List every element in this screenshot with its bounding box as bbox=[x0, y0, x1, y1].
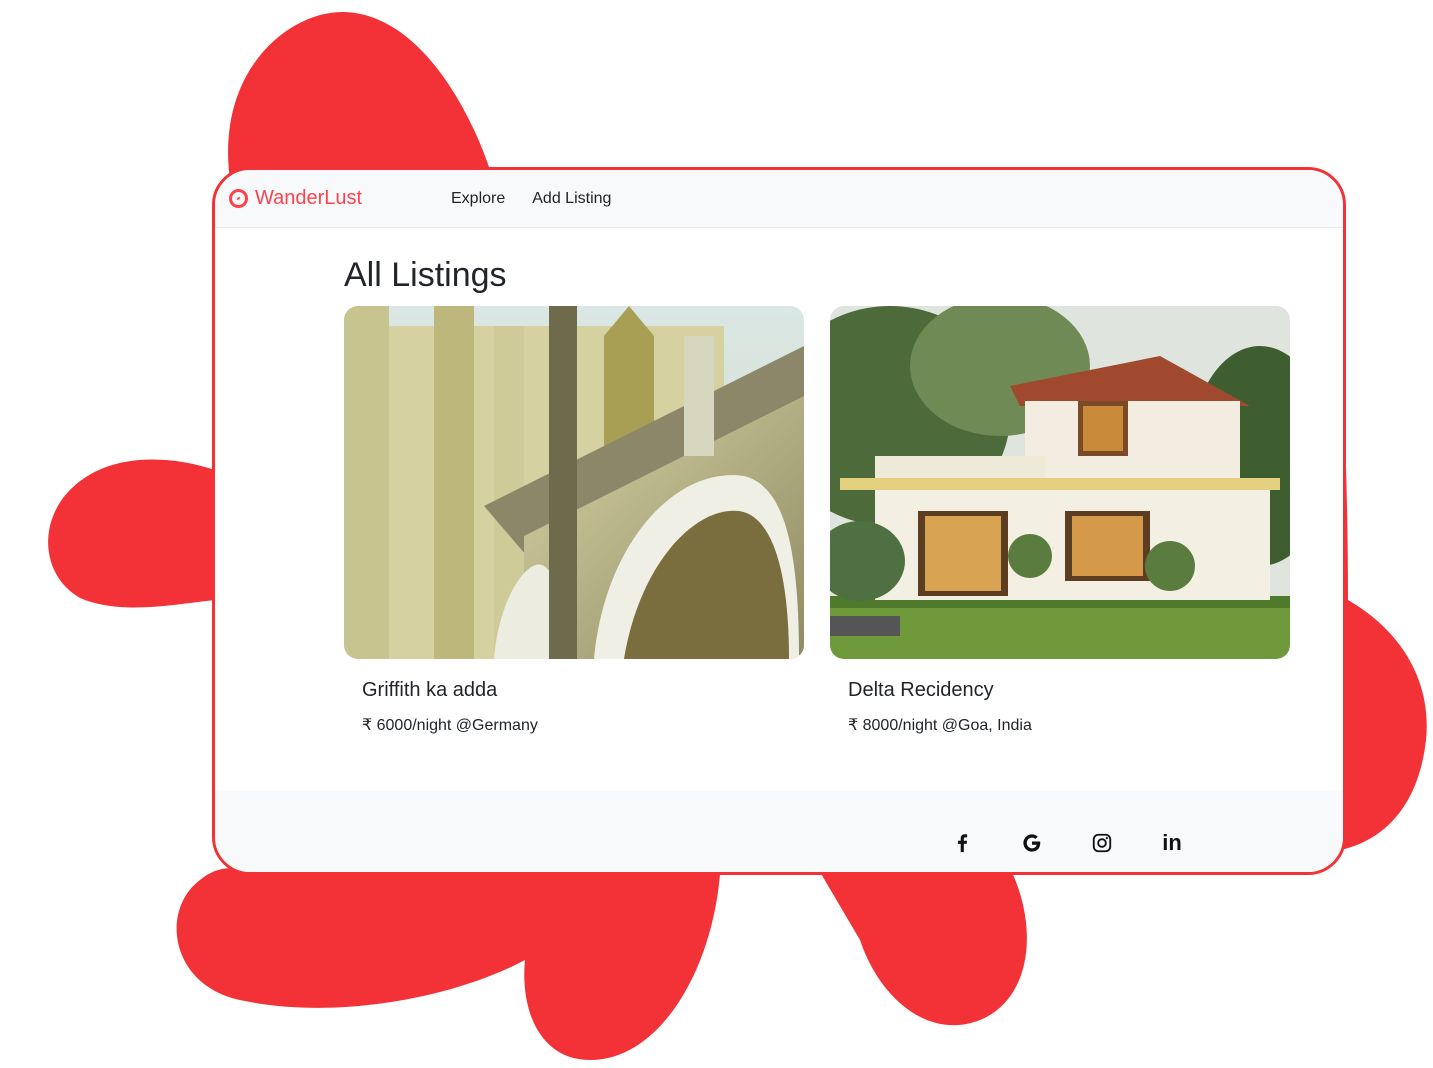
brand-name: WanderLust bbox=[255, 187, 363, 209]
listing-price: ₹ 8000/night @Goa, India bbox=[848, 717, 1032, 734]
linkedin-icon[interactable]: in bbox=[1160, 830, 1184, 855]
listing-title: Griffith ka adda bbox=[362, 679, 498, 701]
nav-link-add-listing[interactable]: Add Listing bbox=[532, 190, 611, 208]
brand[interactable]: WanderLust bbox=[229, 187, 451, 210]
browser-window: WanderLust Explore Add Listing All Listi… bbox=[212, 167, 1346, 875]
listing-image[interactable] bbox=[344, 306, 804, 659]
listing-image[interactable] bbox=[830, 306, 1290, 659]
google-icon[interactable] bbox=[1020, 831, 1044, 855]
nav-link-explore[interactable]: Explore bbox=[451, 190, 505, 208]
listing-price: ₹ 6000/night @Germany bbox=[362, 717, 538, 734]
page-title: All Listings bbox=[344, 256, 507, 294]
listing-title: Delta Recidency bbox=[848, 679, 994, 701]
listing-card[interactable]: Griffith ka adda ₹ 6000/night @Germany bbox=[344, 306, 804, 735]
compass-icon bbox=[229, 189, 248, 208]
footer: in bbox=[215, 791, 1343, 872]
navbar: WanderLust Explore Add Listing bbox=[215, 170, 1343, 228]
facebook-icon[interactable] bbox=[950, 831, 974, 855]
stage: WanderLust Explore Add Listing All Listi… bbox=[0, 0, 1433, 1068]
listing-card[interactable]: Delta Recidency ₹ 8000/night @Goa, India bbox=[830, 306, 1290, 735]
instagram-icon[interactable] bbox=[1090, 831, 1114, 855]
social-links: in bbox=[950, 830, 1184, 855]
main-content: All Listings Griffith ka adda ₹ 6000/nig… bbox=[215, 228, 1343, 791]
